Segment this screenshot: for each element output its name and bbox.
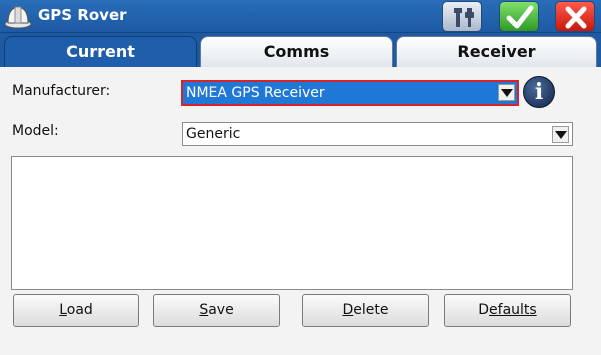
tools-button[interactable] [442, 1, 482, 32]
save-button[interactable]: Save [153, 294, 280, 327]
tools-icon [454, 8, 474, 27]
model-dropdown-arrow[interactable] [552, 126, 569, 143]
model-label: Model: [12, 123, 59, 139]
info-button[interactable]: i [523, 76, 555, 108]
tab-comms[interactable]: Comms [200, 36, 393, 67]
title-bar: GPS Rover [0, 0, 601, 33]
close-icon [565, 6, 587, 29]
manufacturer-label: Manufacturer: [12, 83, 111, 99]
chevron-down-icon [501, 89, 513, 97]
load-button[interactable]: Load [13, 294, 139, 327]
model-value: Generic [186, 126, 241, 142]
tab-receiver[interactable]: Receiver [396, 36, 597, 67]
manufacturer-value: NMEA GPS Receiver [186, 85, 325, 101]
close-button[interactable] [555, 1, 595, 32]
details-listbox[interactable] [11, 156, 573, 290]
checkmark-icon [506, 5, 534, 29]
model-dropdown[interactable]: Generic [182, 122, 573, 146]
defaults-button[interactable]: Defaults [444, 294, 571, 327]
tab-current[interactable]: Current [4, 36, 197, 67]
chevron-down-icon [555, 131, 567, 139]
tab-strip: Current Comms Receiver [0, 33, 601, 67]
manufacturer-dropdown[interactable]: NMEA GPS Receiver [181, 80, 519, 106]
info-icon: i [534, 79, 544, 105]
hardhat-icon [3, 2, 33, 30]
window-title: GPS Rover [38, 6, 127, 24]
delete-button[interactable]: Delete [302, 294, 429, 327]
ok-button[interactable] [499, 1, 539, 32]
manufacturer-dropdown-arrow[interactable] [498, 84, 515, 101]
